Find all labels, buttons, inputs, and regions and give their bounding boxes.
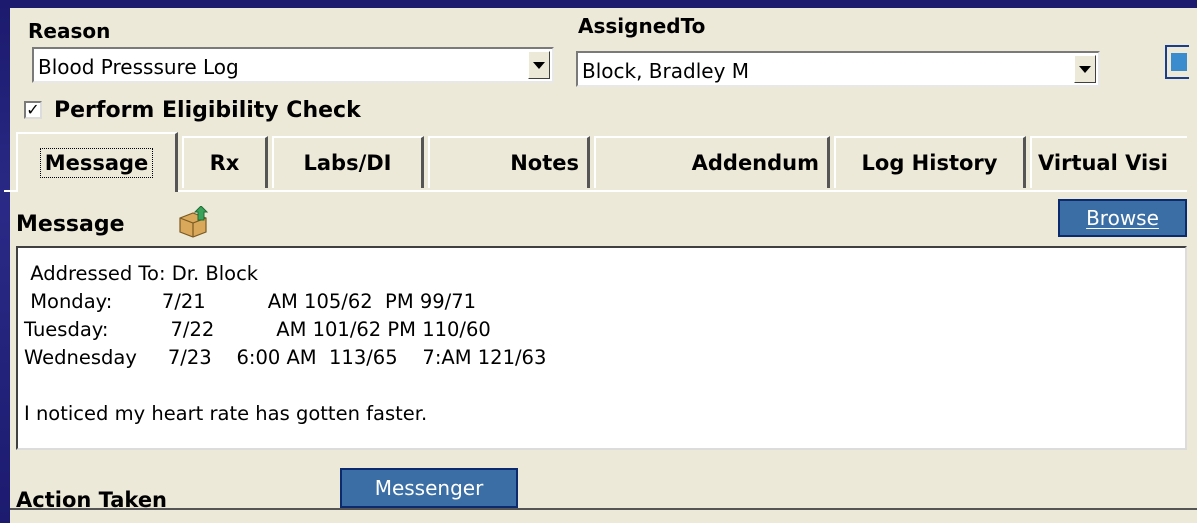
eligibility-check-row[interactable]: ✓ Perform Eligibility Check bbox=[24, 97, 361, 123]
eligibility-label: Perform Eligibility Check bbox=[54, 97, 361, 123]
reason-value: Blood Presssure Log bbox=[38, 55, 239, 79]
tab-rx[interactable]: Rx bbox=[182, 136, 268, 188]
assignedto-value: Block, Bradley M bbox=[582, 59, 750, 83]
lookup-icon bbox=[1171, 53, 1187, 71]
checkmark-icon: ✓ bbox=[26, 100, 40, 119]
message-section-title: Message bbox=[16, 212, 125, 237]
reason-select[interactable]: Blood Presssure Log bbox=[32, 47, 554, 83]
message-body: Addressed To: Dr. Block Monday: 7/21 AM … bbox=[24, 262, 547, 425]
eligibility-checkbox[interactable]: ✓ bbox=[24, 101, 42, 119]
assignedto-dropdown-button[interactable] bbox=[1074, 55, 1096, 83]
messenger-button[interactable]: Messenger bbox=[340, 468, 518, 508]
tab-labs-di[interactable]: Labs/DI bbox=[272, 136, 424, 188]
reason-label: Reason bbox=[28, 19, 111, 43]
reason-dropdown-button[interactable] bbox=[528, 51, 550, 79]
messenger-label: Messenger bbox=[374, 476, 484, 500]
lookup-button[interactable] bbox=[1165, 45, 1189, 79]
tab-log-history[interactable]: Log History bbox=[834, 136, 1026, 188]
chevron-down-icon bbox=[1079, 65, 1091, 73]
browse-button[interactable]: Browse bbox=[1058, 199, 1187, 237]
tab-addendum[interactable]: Addendum bbox=[594, 136, 830, 188]
tab-virtual-visit[interactable]: Virtual Visi bbox=[1030, 136, 1187, 188]
assignedto-select[interactable]: Block, Bradley M bbox=[576, 51, 1100, 87]
browse-label: Browse bbox=[1086, 206, 1159, 230]
tab-notes[interactable]: Notes bbox=[428, 136, 590, 188]
assignedto-label: AssignedTo bbox=[578, 14, 706, 38]
tab-bar: Message Rx Labs/DI Notes Addendum Log Hi… bbox=[4, 132, 1187, 192]
tab-message[interactable]: Message bbox=[16, 132, 178, 192]
chevron-down-icon bbox=[533, 61, 545, 69]
message-textarea[interactable]: Addressed To: Dr. Block Monday: 7/21 AM … bbox=[16, 246, 1187, 450]
attachment-export-icon[interactable] bbox=[176, 206, 210, 238]
